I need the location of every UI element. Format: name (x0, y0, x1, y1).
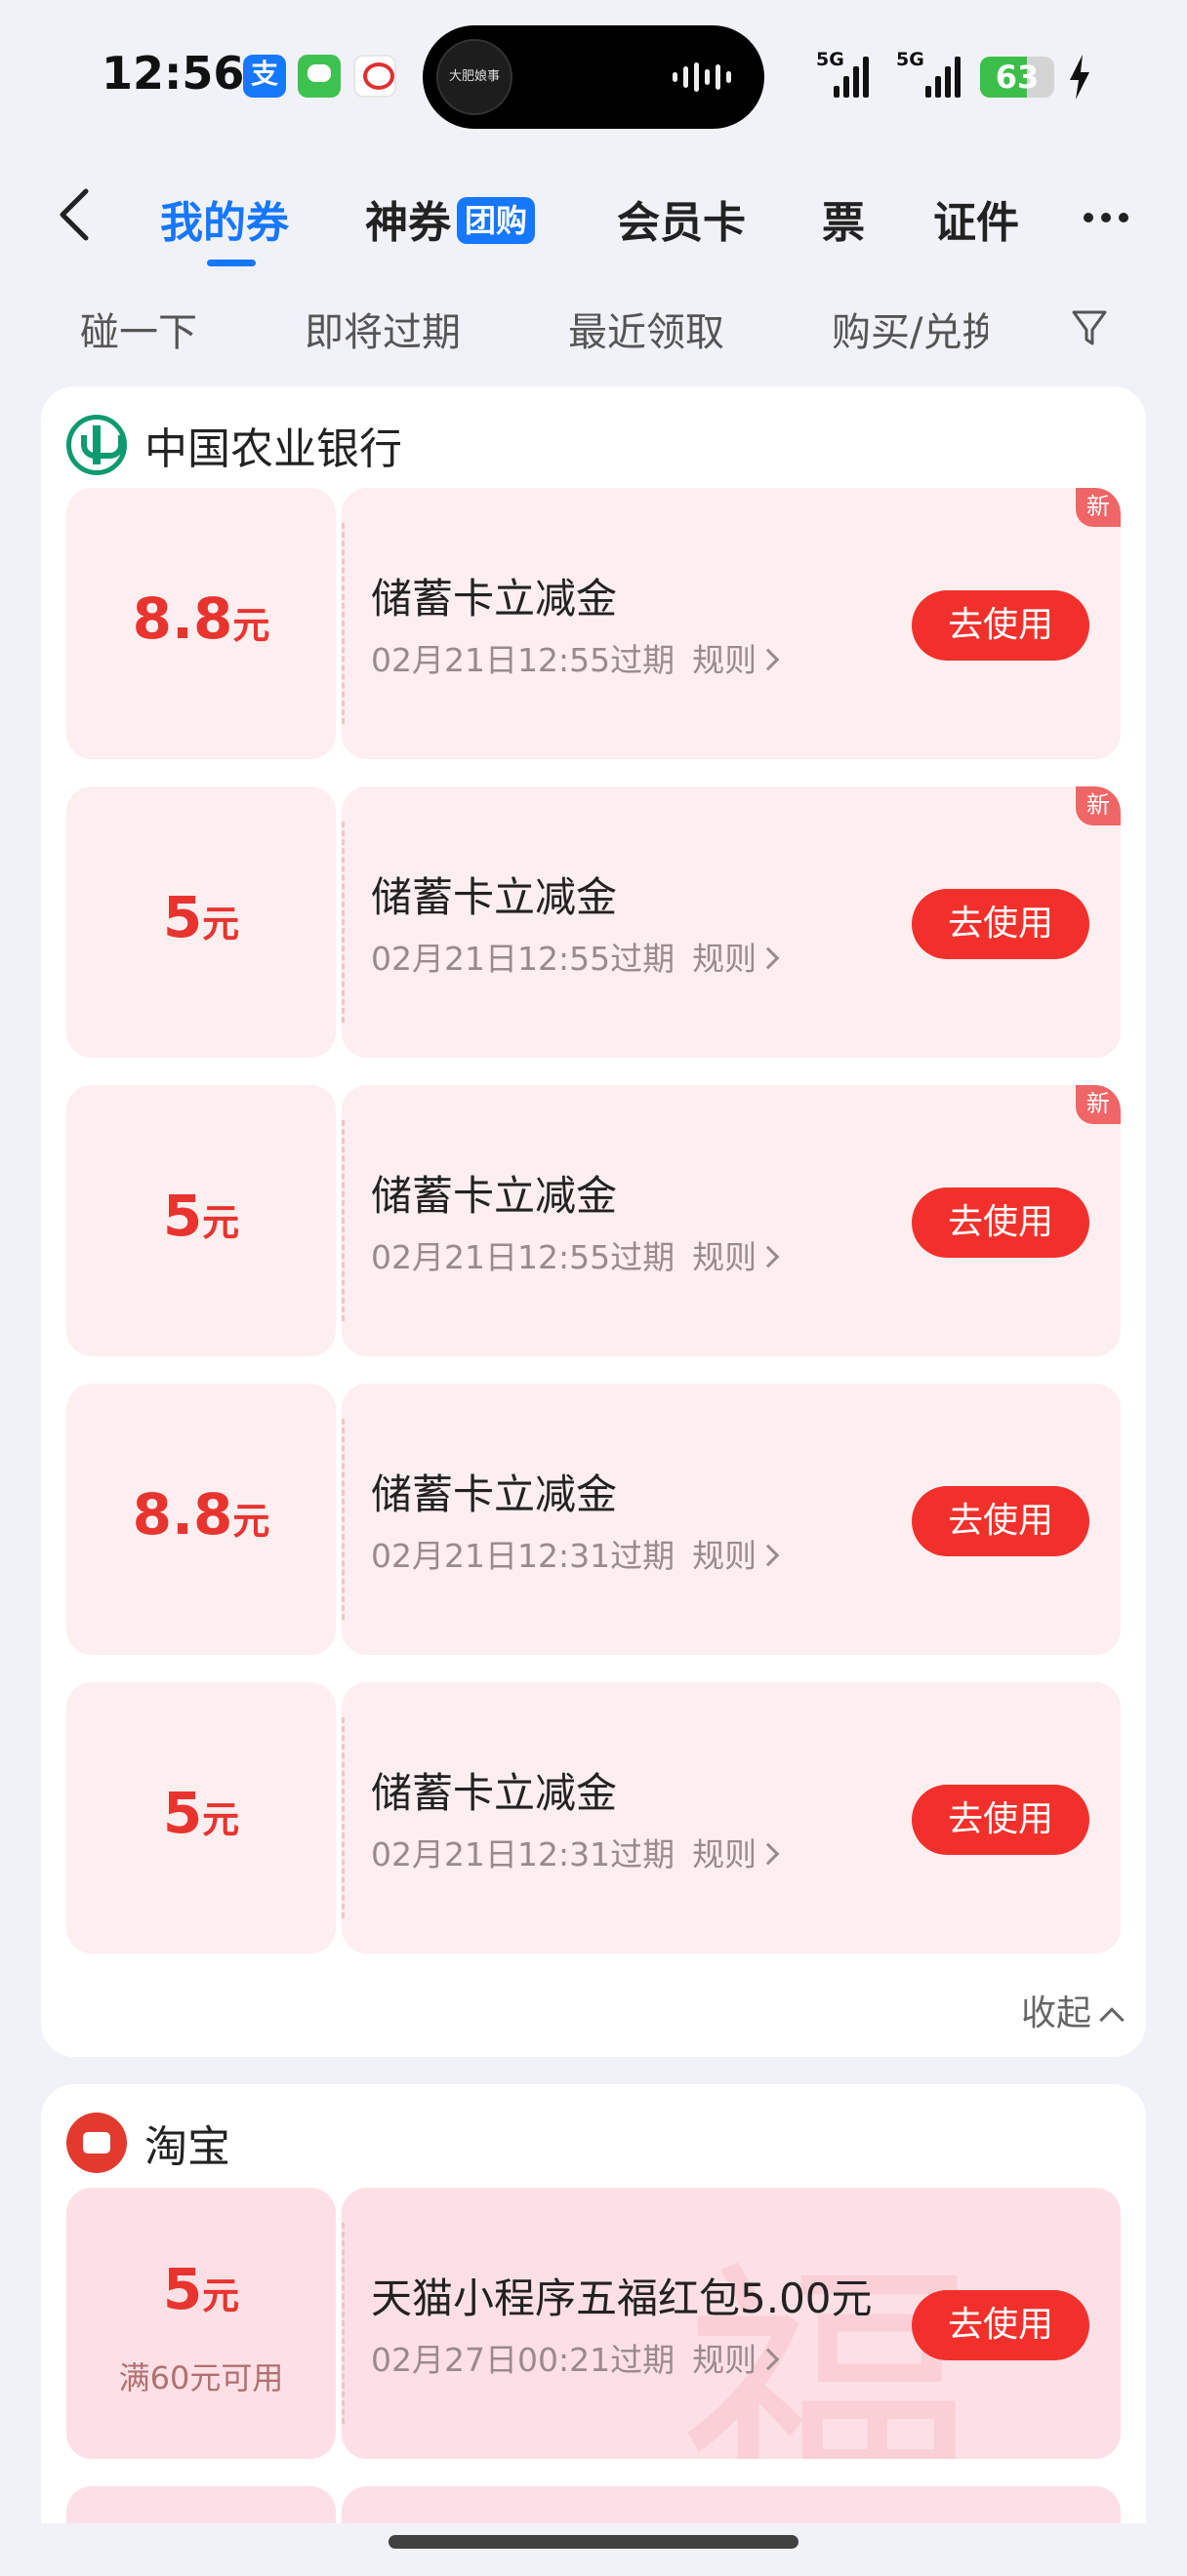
audio-wave-icon (673, 62, 731, 92)
coupon-value-panel: 5元 满60元可用 (66, 2188, 336, 2459)
rule-link[interactable]: 规则 (692, 940, 757, 978)
tab-ids[interactable]: 证件 (933, 187, 1019, 250)
abc-bank-logo-icon (66, 415, 127, 475)
rule-link[interactable]: 规则 (692, 641, 757, 679)
chevron-right-icon (757, 946, 780, 970)
filter-recent[interactable]: 最近领取 (568, 301, 724, 357)
coupon-amount: 5元 (162, 884, 240, 950)
coupon-title: 储蓄卡立减金 (371, 575, 618, 623)
collapse-button[interactable]: 收起 (1021, 1985, 1125, 2035)
tab-my-coupons[interactable]: 我的券 (160, 187, 289, 266)
coupon-card[interactable]: 5元 满60元可用 福 天猫小程序五福红包5.00元 02月27日00:21过期… (66, 2188, 1121, 2459)
status-bar: 12:56 支 大肥娘事 5G 5G 63 (0, 0, 1187, 146)
use-button[interactable]: 去使用 (912, 590, 1089, 661)
coupon-value-panel: 5元 (66, 1085, 336, 1356)
use-button[interactable]: 去使用 (912, 1486, 1089, 1556)
chevron-right-icon (757, 1842, 780, 1866)
merchant-header: 淘宝 (66, 2112, 230, 2174)
dynamic-island[interactable]: 大肥娘事 (423, 25, 764, 129)
filter-bar: 碰一下 即将过期 最近领取 购买/兑换 (0, 293, 1187, 361)
coupon-title: 天猫小程序五福红包5.00元 (371, 2274, 873, 2322)
coupon-card[interactable]: 8.8元 储蓄卡立减金 02月21日12:31过期 规则 去使用 (66, 1384, 1121, 1655)
coupon-info-panel: 储蓄卡立减金 02月21日12:31过期 规则 去使用 (342, 1384, 1121, 1655)
coupon-amount: 8.8元 (132, 585, 270, 652)
coupon-expiry: 02月21日12:31过期 规则 (371, 1829, 780, 1875)
chevron-right-icon (757, 648, 780, 671)
taobao-logo-icon (66, 2113, 127, 2173)
tab-super-coupons[interactable]: 神券 团购 (365, 187, 536, 250)
merchant-header: 中国农业银行 (66, 414, 402, 476)
chevron-right-icon (757, 1544, 780, 1567)
clock: 12:56 (102, 47, 245, 100)
filter-tap[interactable]: 碰一下 (80, 301, 197, 357)
use-button[interactable]: 去使用 (912, 1785, 1089, 1855)
coupon-value-panel: 8.8元 (66, 1384, 336, 1655)
coupon-expiry: 02月27日00:21过期 规则 (371, 2334, 780, 2381)
coupon-card[interactable]: 5元 储蓄卡立减金 02月21日12:31过期 规则 去使用 (66, 1682, 1121, 1953)
alipay-icon: 支 (243, 55, 286, 98)
charging-bolt-icon (1070, 55, 1089, 100)
coupon-card[interactable]: 5元 储蓄卡立减金 02月21日12:55过期 规则 去使用 新 (66, 1085, 1121, 1356)
battery-icon: 63 (980, 57, 1054, 98)
filter-purchase[interactable]: 购买/兑换 (832, 301, 988, 357)
use-button[interactable]: 去使用 (912, 889, 1089, 959)
coupon-title: 储蓄卡立减金 (371, 1769, 618, 1817)
tab-tickets[interactable]: 票 (822, 187, 865, 250)
coupon-info-panel: 储蓄卡立减金 02月21日12:55过期 规则 去使用 新 (342, 786, 1121, 1058)
chevron-right-icon (757, 2348, 780, 2371)
telecom-icon (353, 55, 396, 98)
coupon-card[interactable]: 8.8元 储蓄卡立减金 02月21日12:55过期 规则 去使用 新 (66, 488, 1121, 759)
coupon-info-panel: 福 天猫小程序五福红包5.00元 02月27日00:21过期 规则 去使用 (342, 2188, 1121, 2459)
back-arrow-icon[interactable] (55, 187, 98, 242)
top-nav: 我的券 神券 团购 会员卡 票 证件 (0, 166, 1187, 266)
coupon-expiry: 02月21日12:55过期 规则 (371, 634, 780, 681)
coupon-card[interactable]: 5元 储蓄卡立减金 02月21日12:55过期 规则 去使用 新 (66, 786, 1121, 1058)
use-button[interactable]: 去使用 (912, 1187, 1089, 1258)
rule-link[interactable]: 规则 (692, 2341, 757, 2379)
rule-link[interactable]: 规则 (692, 1238, 757, 1276)
signal-icon: 5G (816, 49, 875, 98)
rule-link[interactable]: 规则 (692, 1537, 757, 1575)
coupon-expiry: 02月21日12:31过期 规则 (371, 1530, 780, 1577)
coupon-expiry: 02月21日12:55过期 规则 (371, 933, 780, 980)
filter-funnel-icon[interactable] (1070, 306, 1109, 349)
chevron-up-icon (1099, 2007, 1125, 2033)
merchant-section-taobao: 淘宝 5元 满60元可用 福 天猫小程序五福红包5.00元 02月27日00:2… (41, 2084, 1146, 2576)
coupon-title: 储蓄卡立减金 (371, 873, 618, 921)
new-badge: 新 (1076, 1085, 1121, 1124)
coupon-title: 储蓄卡立减金 (371, 1470, 618, 1518)
group-buy-tag: 团购 (457, 197, 536, 244)
merchant-name: 中国农业银行 (144, 424, 402, 474)
merchant-name: 淘宝 (144, 2122, 230, 2172)
more-icon[interactable] (1084, 213, 1128, 222)
new-badge: 新 (1076, 488, 1121, 527)
tab-member-cards[interactable]: 会员卡 (617, 187, 746, 250)
bottom-safe-area (0, 2523, 1187, 2576)
coupon-value-panel: 5元 (66, 1682, 336, 1953)
chevron-right-icon (757, 1245, 780, 1268)
coupon-amount: 8.8元 (132, 1481, 270, 1548)
coupon-expiry: 02月21日12:55过期 规则 (371, 1231, 780, 1278)
island-avatar: 大肥娘事 (436, 39, 512, 115)
coupon-info-panel: 储蓄卡立减金 02月21日12:31过期 规则 去使用 (342, 1682, 1121, 1953)
coupon-value-panel: 8.8元 (66, 488, 336, 759)
coupon-title: 储蓄卡立减金 (371, 1172, 618, 1220)
filter-expiring[interactable]: 即将过期 (305, 301, 461, 357)
coupon-info-panel: 储蓄卡立减金 02月21日12:55过期 规则 去使用 新 (342, 488, 1121, 759)
messages-icon (298, 55, 341, 98)
coupon-amount: 5元 (162, 1183, 240, 1249)
signal-icon: 5G (888, 49, 966, 98)
home-indicator[interactable] (389, 2535, 798, 2549)
coupon-value-panel: 5元 (66, 786, 336, 1058)
coupon-condition: 满60元可用 (118, 2359, 284, 2396)
coupon-info-panel: 储蓄卡立减金 02月21日12:55过期 规则 去使用 新 (342, 1085, 1121, 1356)
use-button[interactable]: 去使用 (912, 2290, 1089, 2360)
rule-link[interactable]: 规则 (692, 1835, 757, 1873)
merchant-section-abc: 中国农业银行 8.8元 储蓄卡立减金 02月21日12:55过期 规则 去使用 新… (41, 386, 1146, 2057)
coupon-amount: 5元 (162, 1780, 240, 1846)
new-badge: 新 (1076, 786, 1121, 825)
coupon-amount: 5元 (162, 2256, 240, 2322)
